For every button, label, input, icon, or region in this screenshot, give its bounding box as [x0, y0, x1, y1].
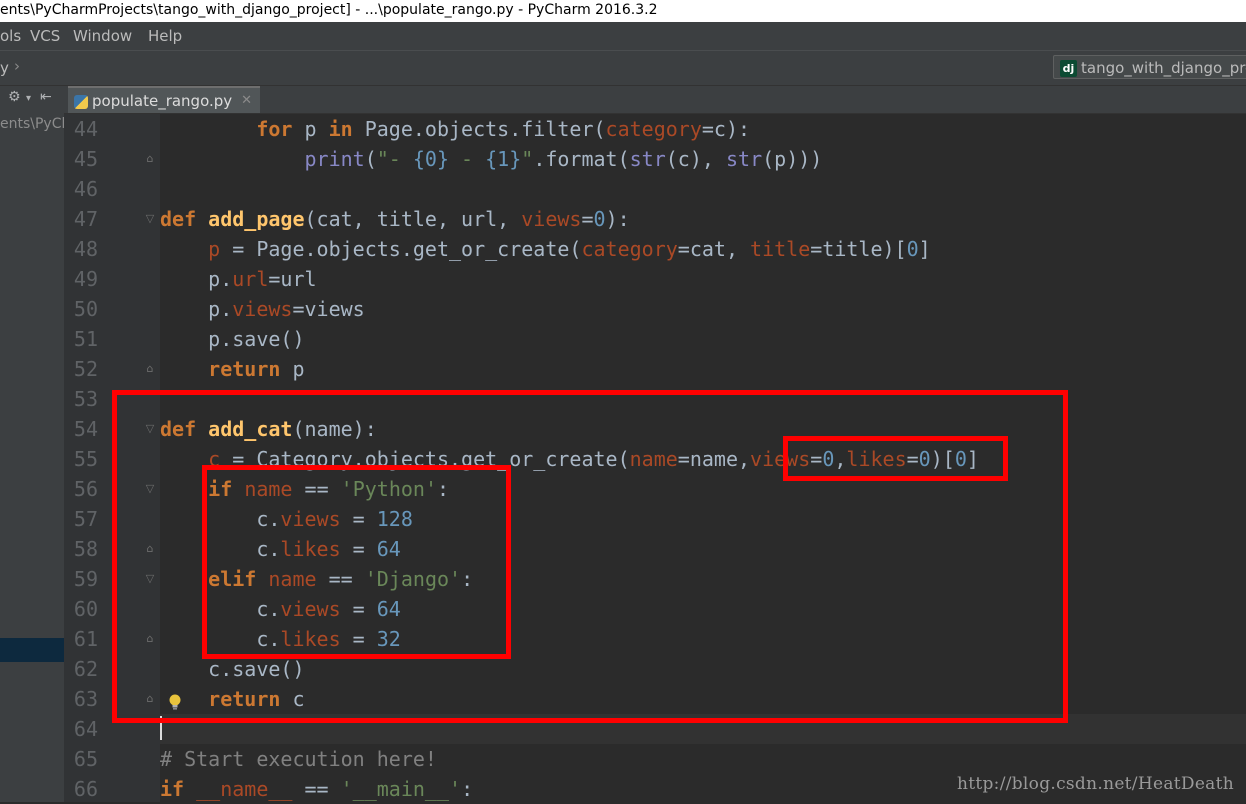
line-number: 66	[73, 777, 98, 801]
run-configuration-selector[interactable]: dj tango_with_django_proj	[1053, 55, 1246, 79]
line-number: 59	[73, 567, 98, 591]
line-number: 54	[73, 417, 98, 441]
fold-start-icon[interactable]: ▽	[143, 572, 157, 586]
hide-panel-icon[interactable]: ⇤	[40, 89, 52, 105]
code-line[interactable]: p.views=views	[160, 294, 365, 324]
line-number: 48	[73, 237, 98, 261]
project-tool-window: ⚙ ▾ ⇤ ents\PyCh	[0, 86, 65, 802]
fold-end-icon[interactable]: ⌂	[143, 632, 157, 646]
close-icon[interactable]: ✕	[241, 88, 252, 114]
project-toolbar: ⚙ ▾ ⇤	[0, 86, 64, 112]
fold-end-icon[interactable]: ⌂	[143, 692, 157, 706]
line-number: 56	[73, 477, 98, 501]
line-number: 64	[73, 717, 98, 741]
code-line[interactable]: c.views = 128	[160, 504, 413, 534]
menu-vcs[interactable]: VCS	[30, 22, 60, 50]
code-line[interactable]: c.save()	[160, 654, 304, 684]
line-number: 60	[73, 597, 98, 621]
code-line[interactable]: print("- {0} - {1}".format(str(c), str(p…	[160, 144, 823, 174]
code-line[interactable]: c = Category.objects.get_or_create(name=…	[160, 444, 979, 474]
line-number: 53	[73, 387, 98, 411]
line-number: 61	[73, 627, 98, 651]
window-title: ents\PyCharmProjects\tango_with_django_p…	[0, 2, 658, 18]
menu-help[interactable]: Help	[148, 22, 182, 50]
line-number: 58	[73, 537, 98, 561]
gear-icon[interactable]: ⚙	[8, 89, 21, 105]
code-line[interactable]: if __name__ == '__main__':	[160, 774, 473, 804]
line-number: 65	[73, 747, 98, 771]
breadcrumb[interactable]: y	[0, 59, 9, 77]
python-file-icon	[74, 94, 88, 109]
watermark: http://blog.csdn.net/HeatDeath	[956, 774, 1234, 794]
menu-window[interactable]: Window	[73, 22, 132, 50]
text-caret	[160, 716, 162, 740]
fold-start-icon[interactable]: ▽	[143, 482, 157, 496]
fold-end-icon[interactable]: ⌂	[143, 542, 157, 556]
editor-tab-bar: populate_rango.py ✕	[64, 86, 1246, 114]
code-line[interactable]: def add_cat(name):	[160, 414, 377, 444]
code-line[interactable]: for p in Page.objects.filter(category=c)…	[160, 114, 750, 144]
line-number: 49	[73, 267, 98, 291]
fold-start-icon[interactable]: ▽	[143, 212, 157, 226]
chevron-right-icon: ›	[14, 57, 20, 75]
project-tree-root[interactable]: ents\PyCh	[0, 116, 64, 132]
tab-label: populate_rango.py	[92, 92, 233, 110]
tab-populate-rango[interactable]: populate_rango.py ✕	[68, 86, 260, 113]
code-line[interactable]: p = Page.objects.get_or_create(category=…	[160, 234, 931, 264]
code-line[interactable]: c.views = 64	[160, 594, 401, 624]
project-tree-selected-row[interactable]	[0, 638, 64, 662]
line-number: 52	[73, 357, 98, 381]
line-number: 51	[73, 327, 98, 351]
fold-end-icon[interactable]: ⌂	[143, 152, 157, 166]
fold-end-icon[interactable]: ⌂	[143, 362, 157, 376]
code-line[interactable]: elif name == 'Django':	[160, 564, 473, 594]
line-number: 50	[73, 297, 98, 321]
line-number: 57	[73, 507, 98, 531]
code-line[interactable]: p.save()	[160, 324, 304, 354]
intention-bulb-icon[interactable]	[167, 693, 183, 711]
code-line[interactable]: c.likes = 64	[160, 534, 401, 564]
line-number: 46	[73, 177, 98, 201]
line-number: 45	[73, 147, 98, 171]
line-number: 62	[73, 657, 98, 681]
django-icon: dj	[1060, 60, 1077, 77]
code-line[interactable]: p.url=url	[160, 264, 316, 294]
fold-start-icon[interactable]: ▽	[143, 422, 157, 436]
code-line[interactable]: c.likes = 32	[160, 624, 401, 654]
code-line[interactable]: # Start execution here!	[160, 744, 437, 774]
menu-tools[interactable]: ols	[0, 22, 21, 50]
dropdown-arrow-icon[interactable]: ▾	[26, 93, 31, 104]
window-title-bar: ents\PyCharmProjects\tango_with_django_p…	[0, 0, 1246, 22]
line-number: 44	[73, 117, 98, 141]
line-number: 47	[73, 207, 98, 231]
line-number: 55	[73, 447, 98, 471]
code-line[interactable]: return p	[160, 354, 304, 384]
menu-bar: ols VCS Window Help	[0, 22, 1246, 50]
line-number: 63	[73, 687, 98, 711]
code-line[interactable]: def add_page(cat, title, url, views=0):	[160, 204, 630, 234]
code-line[interactable]: if name == 'Python':	[160, 474, 449, 504]
run-configuration-label: tango_with_django_proj	[1081, 59, 1246, 77]
current-line-highlight	[160, 714, 1246, 744]
